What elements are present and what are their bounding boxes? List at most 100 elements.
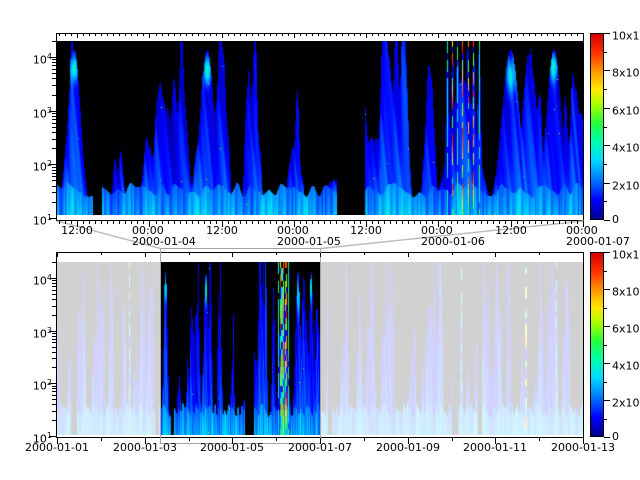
x-minor-tick-inside: [505, 34, 506, 36]
x-minor-tick: [414, 221, 415, 224]
x-minor-tick: [119, 221, 120, 224]
y-minor-tick: [52, 148, 56, 149]
x-minor-tick-inside: [222, 34, 223, 36]
colorbar-tick-label: 4x107: [612, 356, 640, 373]
x-minor-tick: [402, 221, 403, 224]
connector-line-right: [321, 221, 585, 249]
x-minor-tick-inside: [571, 34, 572, 36]
y-minor-tick: [52, 391, 56, 392]
x-minor-tick-inside: [113, 34, 114, 36]
x-minor-tick: [330, 221, 331, 224]
x-minor-tick: [168, 221, 169, 224]
y-minor-tick: [52, 113, 56, 114]
y-major-tick: [49, 331, 56, 332]
x-minor-tick: [71, 221, 72, 224]
y-minor-tick: [52, 395, 56, 396]
x-minor-tick-inside: [547, 34, 548, 36]
x-minor-tick: [306, 221, 307, 224]
y-minor-tick: [52, 59, 56, 60]
x-minor-tick: [493, 221, 494, 224]
x-major-tick: [366, 221, 367, 227]
y-minor-tick: [52, 85, 56, 86]
x-major-tick-inside: [222, 34, 223, 38]
x-minor-tick-inside: [312, 34, 313, 36]
x-minor-tick: [192, 221, 193, 224]
y-tick-label: 103: [16, 324, 52, 341]
x-minor-tick-inside: [372, 34, 373, 36]
x-minor-tick-inside: [131, 34, 132, 36]
x-minor-tick-inside: [499, 34, 500, 36]
x-minor-tick-inside: [457, 34, 458, 36]
x-minor-tick: [354, 221, 355, 224]
x-minor-tick-inside: [487, 34, 488, 36]
x-minor-tick: [252, 221, 253, 224]
x-minor-tick-inside: [432, 34, 433, 36]
x-tick-label: 2000-01-11: [455, 442, 535, 453]
y-minor-tick: [52, 388, 56, 389]
x-minor-tick: [162, 221, 163, 224]
x-tick-label: 2000-01-13: [543, 442, 623, 453]
x-minor-tick-inside: [529, 34, 530, 36]
colorbar-minor-tick: [604, 419, 607, 420]
x-minor-tick: [294, 221, 295, 224]
x-minor-tick-inside: [481, 34, 482, 36]
x-minor-tick: [282, 221, 283, 224]
x-minor-tick: [499, 221, 500, 224]
x-major-tick-inside: [438, 34, 439, 38]
x-major-tick-inside: [145, 253, 146, 257]
x-minor-tick-inside: [246, 34, 247, 36]
colorbar-major-tick: [604, 108, 610, 109]
x-minor-tick: [505, 221, 506, 224]
colorbar-major-tick: [604, 145, 610, 146]
y-minor-tick: [52, 69, 56, 70]
colorbar-major-tick: [604, 220, 610, 221]
x-minor-tick-inside: [240, 34, 241, 36]
x-minor-tick: [89, 221, 90, 224]
y-minor-tick: [52, 404, 56, 405]
x-minor-tick: [143, 221, 144, 224]
x-minor-tick: [276, 221, 277, 224]
spectrogram-figure: 12:0000:002000-01-0412:0000:002000-01-05…: [0, 0, 640, 480]
y-minor-tick: [52, 286, 56, 287]
colorbar-major-tick: [604, 400, 610, 401]
x-minor-tick-inside: [330, 34, 331, 36]
x-minor-tick: [246, 221, 247, 224]
colorbar-tick-label: 8x107: [612, 282, 640, 299]
x-minor-tick-inside: [559, 34, 560, 36]
x-tick-label: 12:00: [182, 225, 262, 236]
x-minor-tick: [378, 221, 379, 224]
x-minor-tick-inside: [336, 34, 337, 36]
x-minor-tick-inside: [577, 34, 578, 36]
x-minor-tick: [547, 221, 548, 224]
x-minor-tick-inside: [234, 34, 235, 36]
y-minor-tick: [52, 123, 56, 124]
x-minor-tick-inside: [101, 34, 102, 36]
x-major-tick: [583, 438, 584, 444]
x-minor-tick: [210, 221, 211, 224]
x-minor-tick-inside: [137, 34, 138, 36]
y-minor-tick: [52, 306, 56, 307]
y-minor-tick: [52, 186, 56, 187]
x-minor-tick: [571, 221, 572, 224]
x-minor-tick-inside: [252, 34, 253, 36]
x-minor-tick: [475, 221, 476, 224]
x-minor-tick-inside: [168, 34, 169, 36]
x-minor-tick: [65, 221, 66, 224]
context-colorbar: [590, 252, 604, 437]
x-minor-tick-inside: [438, 34, 439, 36]
colorbar-major-tick: [604, 70, 610, 71]
y-minor-tick: [52, 367, 56, 368]
x-minor-tick-inside: [264, 34, 265, 36]
x-major-tick: [408, 438, 409, 444]
x-minor-tick: [469, 221, 470, 224]
y-minor-tick: [52, 280, 56, 281]
x-tick-label: 12:00: [471, 225, 551, 236]
colorbar-minor-tick: [604, 308, 607, 309]
y-tick-label: 104: [16, 271, 52, 288]
x-major-tick-inside: [366, 34, 367, 38]
zoom-selection-rectangle[interactable]: [160, 248, 321, 444]
x-minor-tick-inside: [83, 34, 84, 36]
y-minor-tick: [52, 262, 56, 263]
y-minor-tick: [52, 283, 56, 284]
x-minor-tick: [360, 221, 361, 224]
